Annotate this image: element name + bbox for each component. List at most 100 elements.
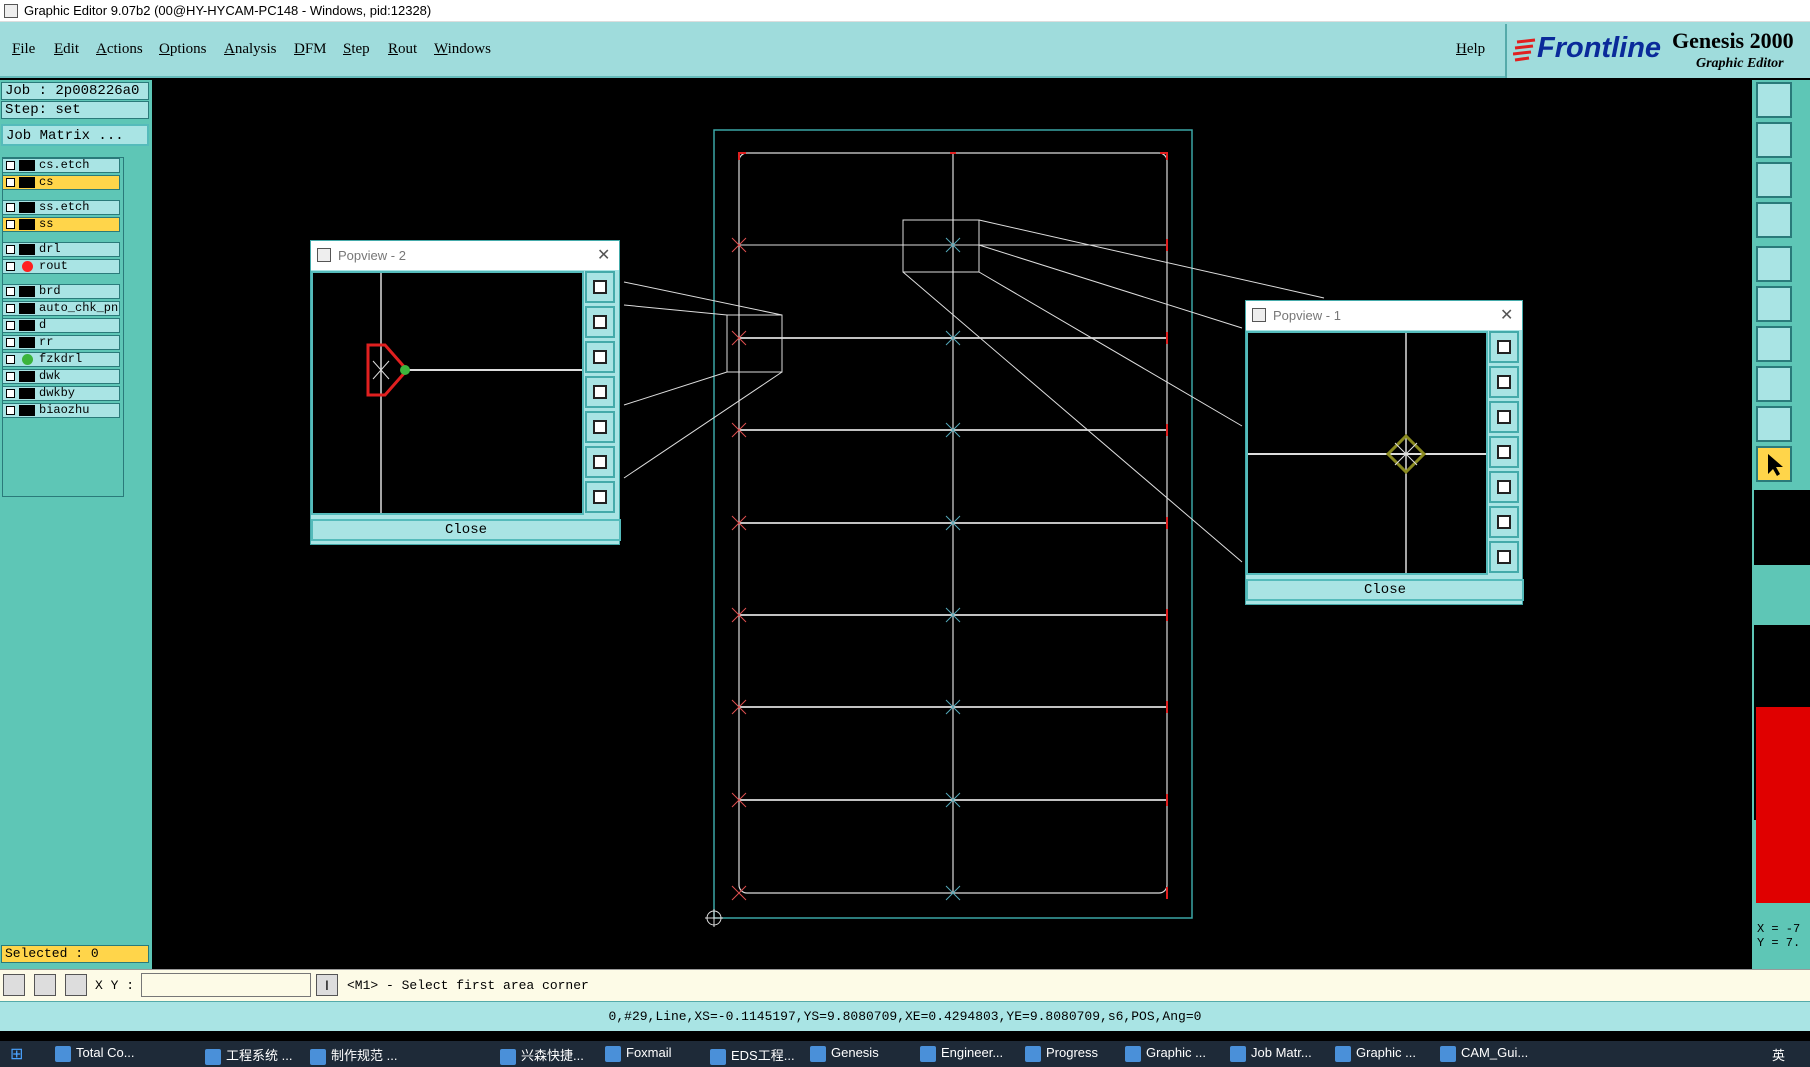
popview-fit-button[interactable] (1489, 506, 1519, 538)
layer-checkbox[interactable] (6, 245, 15, 254)
tool-triangle-button[interactable] (1756, 406, 1792, 442)
layer-row-cs[interactable]: cs (2, 175, 120, 190)
popview-zoom-button[interactable] (585, 271, 615, 303)
cmd-zoom-area-button[interactable] (3, 974, 25, 996)
layer-row-dwkby[interactable]: dwkby (2, 386, 120, 401)
layer-checkbox[interactable] (6, 220, 15, 229)
close-icon[interactable]: ✕ (1500, 305, 1513, 325)
layer-checkbox[interactable] (6, 287, 15, 296)
menu-options[interactable]: Options (159, 41, 207, 58)
layer-row-d[interactable]: d (2, 318, 120, 333)
popview-zoom-fit-button[interactable] (585, 481, 615, 513)
layer-color-swatch (19, 160, 35, 171)
job-matrix-button[interactable]: Job Matrix ... (1, 124, 149, 146)
menu-edit[interactable]: Edit (54, 41, 79, 58)
layer-color-swatch (19, 371, 35, 382)
menu-help[interactable]: Help (1456, 41, 1485, 58)
popview-pan-up-button[interactable] (585, 306, 615, 338)
cmd-angle-button[interactable] (34, 974, 56, 996)
tool-zoom-in-button[interactable] (1756, 122, 1792, 158)
tool-measure-button[interactable] (1756, 246, 1792, 282)
menu-analysis[interactable]: Analysis (224, 41, 277, 58)
product-name: Genesis 2000 (1672, 28, 1794, 53)
cmd-grid-button[interactable] (65, 974, 87, 996)
layer-checkbox[interactable] (6, 161, 15, 170)
menu-actions[interactable]: Actions (96, 41, 143, 58)
popview-1-close-button[interactable]: Close (1246, 579, 1524, 601)
taskbar-item[interactable]: Graphic ... (1125, 1045, 1206, 1062)
xy-input[interactable] (141, 973, 311, 997)
taskbar-item[interactable]: Graphic ... (1335, 1045, 1416, 1062)
overview-map[interactable] (1754, 625, 1810, 903)
layer-checkbox[interactable] (6, 406, 15, 415)
layer-color-swatch (19, 354, 35, 365)
taskbar-item[interactable]: Progress (1025, 1045, 1098, 1062)
taskbar-item[interactable]: EDS工程... (710, 1045, 795, 1065)
layer-row-cs-etch[interactable]: cs.etch (2, 158, 120, 173)
taskbar-item[interactable]: 兴森快捷... (500, 1045, 584, 1065)
taskbar-item[interactable]: Genesis (810, 1045, 879, 1062)
coord-x: X = -7 (1757, 922, 1801, 936)
popview-pan-right-button[interactable] (1489, 471, 1519, 503)
menu-step[interactable]: Step (343, 41, 370, 58)
layer-row-drl[interactable]: drl (2, 242, 120, 257)
tool-select-button[interactable] (1756, 366, 1792, 402)
layer-row-brd[interactable]: brd (2, 284, 120, 299)
popview-pan-up-button[interactable] (1489, 366, 1519, 398)
layer-checkbox[interactable] (6, 338, 15, 347)
menu-rout[interactable]: Rout (388, 41, 417, 58)
taskbar-item[interactable]: 工程系统 ... (205, 1045, 292, 1065)
popview-pan-left-button[interactable] (1489, 436, 1519, 468)
layer-checkbox[interactable] (6, 178, 15, 187)
layer-row-ss[interactable]: ss (2, 217, 120, 232)
popview-zoom-fit-button[interactable] (1489, 541, 1519, 573)
tool-zoom-home-button[interactable] (1756, 82, 1792, 118)
layer-checkbox[interactable] (6, 203, 15, 212)
taskbar-app-icon (1335, 1045, 1351, 1062)
popview-fit-button[interactable] (585, 446, 615, 478)
close-icon[interactable]: ✕ (597, 245, 610, 265)
menu-windows[interactable]: Windows (434, 41, 491, 58)
taskbar-item[interactable]: Job Matr... (1230, 1045, 1312, 1062)
taskbar-item[interactable]: CAM_Gui... (1440, 1045, 1528, 1062)
popview-icon (317, 248, 331, 262)
popview-pan-down-button[interactable] (585, 341, 615, 373)
layer-checkbox[interactable] (6, 262, 15, 271)
taskbar-item[interactable]: Total Co... (55, 1045, 135, 1062)
layer-checkbox[interactable] (6, 372, 15, 381)
layer-row-ss-etch[interactable]: ss.etch (2, 200, 120, 215)
menu-file[interactable]: File (12, 41, 35, 58)
layer-color-swatch (19, 219, 35, 230)
layer-row-biaozhu[interactable]: biaozhu (2, 403, 120, 418)
popview-1-view[interactable] (1246, 331, 1488, 575)
popview-zoom-button[interactable] (1489, 331, 1519, 363)
tool-angle-button[interactable] (1756, 326, 1792, 362)
layer-checkbox[interactable] (6, 304, 15, 313)
layer-checkbox[interactable] (6, 321, 15, 330)
popview-2-title: Popview - 2 (338, 248, 406, 263)
taskbar-item[interactable]: 制作规范 ... (310, 1045, 397, 1065)
layer-checkbox[interactable] (6, 355, 15, 364)
layer-row-rout[interactable]: rout (2, 259, 120, 274)
taskbar-item[interactable]: Engineer... (920, 1045, 1003, 1062)
popview-2-view[interactable] (311, 271, 584, 515)
popview-pan-right-button[interactable] (585, 411, 615, 443)
tool-nodes-button[interactable] (1756, 286, 1792, 322)
taskbar-item[interactable]: Foxmail (605, 1045, 672, 1062)
cmd-cursor-button[interactable]: I (316, 974, 338, 996)
tool-pointer-button[interactable] (1756, 446, 1792, 482)
layer-row-auto-chk-pn[interactable]: auto_chk_pn (2, 301, 120, 316)
tool-snap-button[interactable] (1756, 202, 1792, 238)
input-language-indicator[interactable]: 英 (1772, 1045, 1785, 1064)
menu-dfm[interactable]: DFM (294, 41, 327, 58)
popview-pan-left-button[interactable] (585, 376, 615, 408)
layer-row-rr[interactable]: rr (2, 335, 120, 350)
tool-fit-screen-button[interactable] (1756, 162, 1792, 198)
layer-checkbox[interactable] (6, 389, 15, 398)
popview-2-close-button[interactable]: Close (311, 519, 621, 541)
layer-row-dwk[interactable]: dwk (2, 369, 120, 384)
layer-row-fzkdrl[interactable]: fzkdrl (2, 352, 120, 367)
windows-start-icon[interactable]: ⊞ (10, 1044, 23, 1064)
taskbar-item-label: 兴森快捷... (521, 1048, 584, 1063)
popview-pan-down-button[interactable] (1489, 401, 1519, 433)
